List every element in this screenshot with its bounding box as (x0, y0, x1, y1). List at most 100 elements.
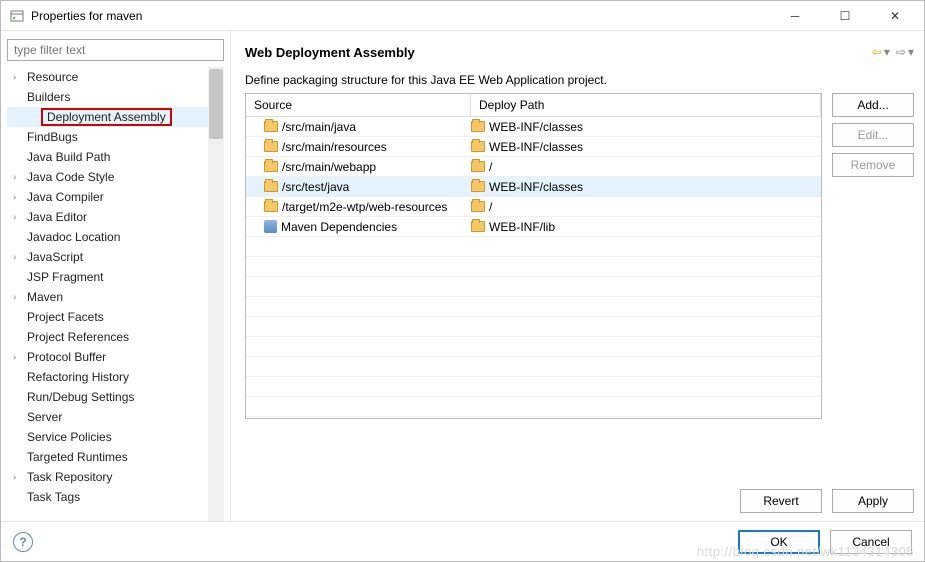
chevron-right-icon: › (13, 192, 27, 203)
table-row (246, 397, 821, 417)
back-menu-icon[interactable]: ▾ (884, 45, 890, 59)
deploy-path: WEB-INF/lib (489, 220, 555, 234)
tree-item[interactable]: ›Task Repository (7, 467, 224, 487)
chevron-right-icon: › (13, 472, 27, 483)
remove-button[interactable]: Remove (832, 153, 914, 177)
jar-icon (264, 220, 277, 233)
tree-item[interactable]: ›JavaScript (7, 247, 224, 267)
table-row[interactable]: /target/m2e-wtp/web-resources/ (246, 197, 821, 217)
tree-item[interactable]: ›Protocol Buffer (7, 347, 224, 367)
category-tree[interactable]: ›ResourceBuildersDeployment AssemblyFind… (7, 67, 224, 521)
folder-icon (471, 141, 485, 152)
table-row (246, 377, 821, 397)
deploy-path: / (489, 160, 492, 174)
main-panel: Web Deployment Assembly ⇦▾ ⇨▾ Define pac… (231, 31, 924, 521)
tree-item[interactable]: ›Maven (7, 287, 224, 307)
properties-dialog: Properties for maven ─ ☐ ✕ ›ResourceBuil… (0, 0, 925, 562)
table-row[interactable]: /src/main/webapp/ (246, 157, 821, 177)
filter-input[interactable] (7, 39, 224, 61)
page-description: Define packaging structure for this Java… (245, 73, 914, 87)
tree-item-label: Task Repository (27, 470, 112, 484)
tree-item[interactable]: FindBugs (7, 127, 224, 147)
assembly-table[interactable]: Source Deploy Path /src/main/java WEB-INF… (245, 93, 822, 419)
forward-icon[interactable]: ⇨ (896, 45, 906, 59)
tree-item[interactable]: Targeted Runtimes (7, 447, 224, 467)
tree-item-label: Java Build Path (27, 150, 110, 164)
tree-item[interactable]: JSP Fragment (7, 267, 224, 287)
folder-icon (471, 221, 485, 232)
table-row[interactable]: /src/main/java WEB-INF/classes (246, 117, 821, 137)
tree-item[interactable]: Service Policies (7, 427, 224, 447)
watermark: http://blog.csdn.net/wk1134314305 (697, 544, 914, 559)
tree-item[interactable]: Builders (7, 87, 224, 107)
tree-item[interactable]: Run/Debug Settings (7, 387, 224, 407)
table-row (246, 277, 821, 297)
folder-icon (471, 181, 485, 192)
chevron-right-icon: › (13, 292, 27, 303)
tree-item-label: Project Facets (27, 310, 104, 324)
table-row (246, 337, 821, 357)
minimize-button[interactable]: ─ (778, 5, 812, 27)
close-button[interactable]: ✕ (878, 5, 912, 27)
tree-item-label: Deployment Assembly (41, 108, 172, 126)
table-header: Source Deploy Path (246, 94, 821, 117)
edit-button[interactable]: Edit... (832, 123, 914, 147)
source-path: /src/main/java (282, 120, 356, 134)
tree-item-label: Project References (27, 330, 129, 344)
tree-item[interactable]: Deployment Assembly (7, 107, 224, 127)
revert-button[interactable]: Revert (740, 489, 822, 513)
chevron-right-icon: › (13, 252, 27, 263)
tree-item[interactable]: Java Build Path (7, 147, 224, 167)
app-icon (9, 8, 25, 24)
table-row[interactable]: /src/test/javaWEB-INF/classes (246, 177, 821, 197)
tree-item[interactable]: ›Java Editor (7, 207, 224, 227)
deploy-path: WEB-INF/classes (489, 180, 583, 194)
tree-item[interactable]: Project References (7, 327, 224, 347)
maximize-button[interactable]: ☐ (828, 5, 862, 27)
side-buttons: Add... Edit... Remove (832, 93, 914, 479)
tree-item-label: Maven (27, 290, 63, 304)
scrollbar-thumb[interactable] (209, 69, 223, 139)
sidebar: ›ResourceBuildersDeployment AssemblyFind… (1, 31, 231, 521)
titlebar: Properties for maven ─ ☐ ✕ (1, 1, 924, 31)
table-row[interactable]: /src/main/resourcesWEB-INF/classes (246, 137, 821, 157)
tree-item[interactable]: ›Resource (7, 67, 224, 87)
tree-item-label: Protocol Buffer (27, 350, 106, 364)
scrollbar-track[interactable] (208, 67, 224, 521)
tree-item-label: Javadoc Location (27, 230, 120, 244)
folder-icon (471, 161, 485, 172)
tree-item[interactable]: Task Tags (7, 487, 224, 507)
window-title: Properties for maven (31, 9, 778, 23)
add-button[interactable]: Add... (832, 93, 914, 117)
table-body: /src/main/java WEB-INF/classes/src/main/r… (246, 117, 821, 418)
tree-item-label: Resource (27, 70, 78, 84)
tree-item-label: Refactoring History (27, 370, 129, 384)
chevron-right-icon: › (13, 212, 27, 223)
tree-item[interactable]: Project Facets (7, 307, 224, 327)
tree-item-label: Server (27, 410, 62, 424)
folder-icon (264, 161, 278, 172)
tree-item[interactable]: ›Java Compiler (7, 187, 224, 207)
tree-item[interactable]: Refactoring History (7, 367, 224, 387)
forward-menu-icon[interactable]: ▾ (908, 45, 914, 59)
col-source[interactable]: Source (246, 94, 471, 116)
table-row (246, 237, 821, 257)
tree-item[interactable]: Javadoc Location (7, 227, 224, 247)
help-icon[interactable]: ? (13, 532, 33, 552)
back-icon[interactable]: ⇦ (872, 45, 882, 59)
folder-icon (264, 181, 278, 192)
folder-icon (264, 141, 278, 152)
folder-icon (264, 201, 278, 212)
col-deploy[interactable]: Deploy Path (471, 94, 821, 116)
apply-button[interactable]: Apply (832, 489, 914, 513)
tree-item-label: Targeted Runtimes (27, 450, 128, 464)
nav-icons: ⇦▾ ⇨▾ (872, 45, 914, 59)
table-row[interactable]: Maven DependenciesWEB-INF/lib (246, 217, 821, 237)
table-row (246, 257, 821, 277)
tree-item[interactable]: ›Java Code Style (7, 167, 224, 187)
tree-item-label: Builders (27, 90, 70, 104)
table-row (246, 297, 821, 317)
tree-item[interactable]: Server (7, 407, 224, 427)
folder-icon (471, 201, 485, 212)
deploy-path: WEB-INF/classes (489, 120, 583, 134)
